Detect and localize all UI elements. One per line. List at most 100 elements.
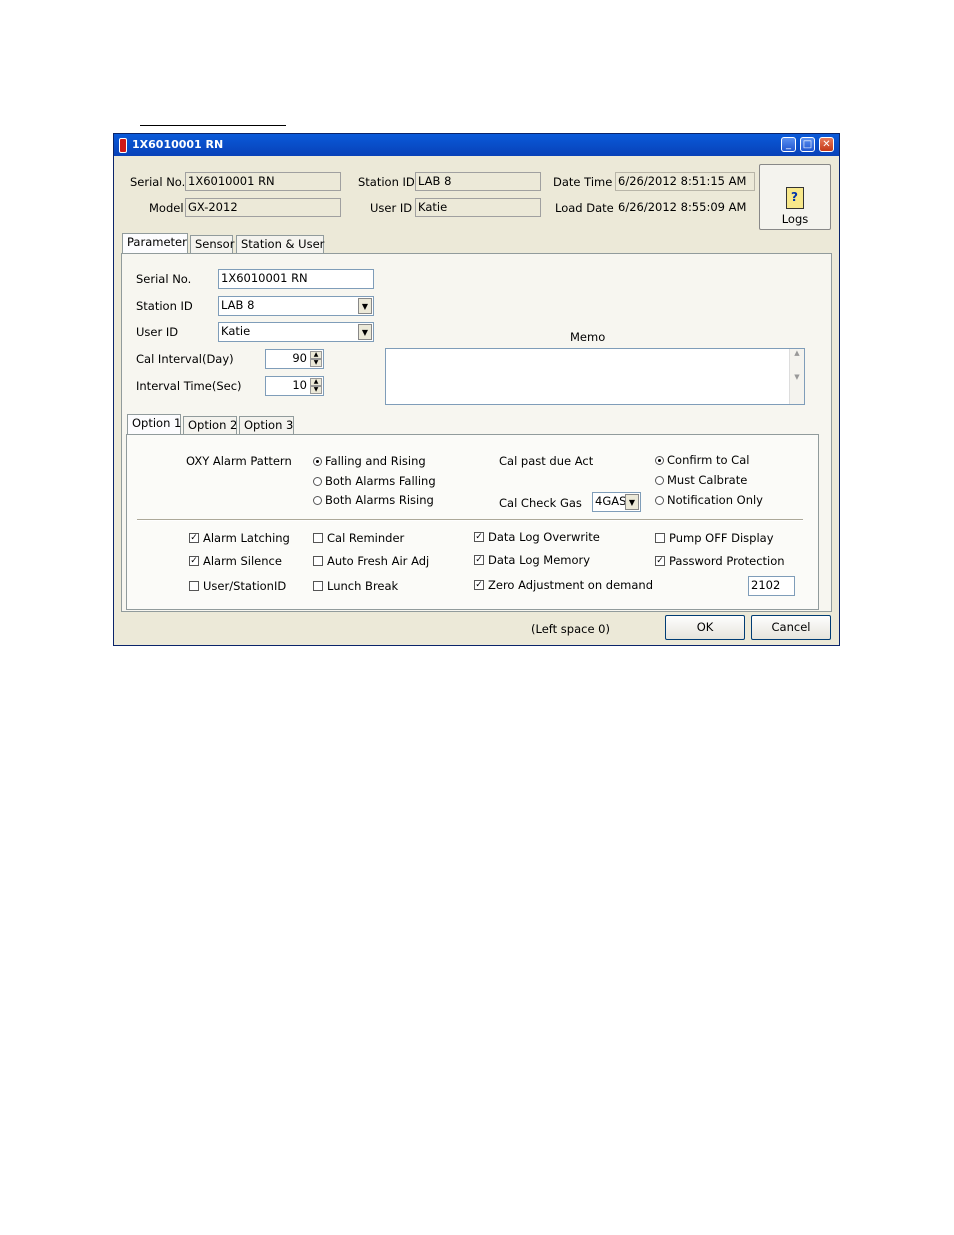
data-log-memory-checkbox[interactable]: ✓ (474, 555, 484, 565)
separator (137, 519, 803, 521)
dialog-window: 1X6010001 RN _ □ ✕ Serial No. 1X6010001 … (113, 133, 840, 646)
spin-buttons[interactable]: ▲ ▼ (310, 378, 322, 394)
alarm-silence-checkbox[interactable]: ✓ (189, 556, 199, 566)
lunch-break-label: Lunch Break (327, 579, 399, 593)
user-label: User ID (370, 201, 413, 215)
minimize-icon[interactable]: _ (781, 137, 796, 152)
logs-label: Logs (781, 212, 809, 226)
ok-button[interactable]: OK (665, 615, 745, 640)
oxy-radio-1[interactable] (313, 477, 322, 486)
cal-reminder-label: Cal Reminder (327, 531, 405, 545)
pump-off-label: Pump OFF Display (669, 531, 774, 545)
pump-off-checkbox[interactable] (655, 533, 665, 543)
zero-adjust-label: Zero Adjustment on demand (488, 578, 653, 592)
left-space-status: (Left space 0) (531, 622, 610, 636)
cal-check-label: Cal Check Gas (499, 496, 582, 510)
memo-scrollbar[interactable]: ▲ ▼ (789, 349, 804, 404)
user-station-checkbox[interactable] (189, 581, 199, 591)
datetime-label: Date Time (553, 175, 613, 189)
user-station-label: User/StationID (203, 579, 287, 593)
cal-past-option-2: Notification Only (667, 493, 763, 507)
loaddate-readonly: 6/26/2012 8:55:09 AM (615, 198, 755, 217)
serial-input[interactable]: 1X6010001 RN (218, 269, 374, 289)
auto-fresh-label: Auto Fresh Air Adj (327, 554, 430, 568)
password-label: Password Protection (669, 554, 785, 568)
cal-past-radio-2[interactable] (655, 496, 664, 505)
spin-up-icon[interactable]: ▲ (310, 378, 322, 386)
station-select-value: LAB 8 (221, 298, 255, 312)
cal-past-radio-0[interactable] (655, 456, 664, 465)
cal-past-option-1: Must Calbrate (667, 473, 748, 487)
memo-textarea[interactable]: ▲ ▼ (385, 348, 805, 405)
cal-past-label: Cal past due Act (499, 454, 594, 468)
memo-label: Memo (570, 330, 606, 344)
cal-interval-stepper[interactable]: 90 ▲ ▼ (265, 349, 324, 369)
cal-check-value: 4GAS (595, 494, 627, 508)
chevron-down-icon[interactable]: ▼ (358, 324, 372, 340)
zero-adjust-checkbox[interactable]: ✓ (474, 580, 484, 590)
user-select-value: Katie (221, 324, 251, 338)
oxy-option-0: Falling and Rising (325, 454, 426, 468)
cal-reminder-checkbox[interactable] (313, 533, 323, 543)
cal-interval-value: 90 (292, 351, 307, 365)
cal-past-radio-1[interactable] (655, 476, 664, 485)
logs-button[interactable]: ? Logs (759, 164, 831, 230)
oxy-radio-2[interactable] (313, 496, 322, 505)
maximize-icon[interactable]: □ (800, 137, 815, 152)
model-readonly: GX-2012 (185, 198, 341, 217)
chevron-down-icon[interactable]: ▼ (625, 494, 639, 510)
param-serial-label: Serial No. (136, 272, 192, 286)
tab-station-user[interactable]: Station & User (236, 235, 324, 253)
spin-down-icon[interactable]: ▼ (310, 386, 322, 394)
underline-mark (140, 125, 286, 126)
title-bar[interactable]: 1X6010001 RN _ □ ✕ (114, 134, 839, 156)
serial-label: Serial No. (130, 175, 186, 189)
spin-down-icon[interactable]: ▼ (310, 359, 322, 367)
station-label: Station ID (358, 175, 415, 189)
data-log-memory-label: Data Log Memory (488, 553, 591, 567)
tab-parameter[interactable]: Parameter (122, 233, 188, 253)
password-checkbox[interactable]: ✓ (655, 556, 665, 566)
tab-sensor[interactable]: Sensor (190, 235, 234, 253)
oxy-label: OXY Alarm Pattern (186, 454, 292, 468)
serial-readonly: 1X6010001 RN (185, 172, 341, 191)
oxy-option-1: Both Alarms Falling (325, 474, 436, 488)
param-user-label: User ID (136, 325, 179, 339)
station-select[interactable]: LAB 8 ▼ (218, 296, 374, 316)
window-title: 1X6010001 RN (132, 138, 224, 151)
lunch-break-checkbox[interactable] (313, 581, 323, 591)
cancel-button[interactable]: Cancel (751, 615, 831, 640)
datetime-readonly: 6/26/2012 8:51:15 AM (615, 172, 755, 191)
tab-option-3[interactable]: Option 3 (239, 416, 294, 434)
auto-fresh-checkbox[interactable] (313, 556, 323, 566)
cal-interval-label: Cal Interval(Day) (136, 352, 234, 366)
interval-time-value: 10 (292, 378, 307, 392)
alarm-latching-checkbox[interactable]: ✓ (189, 533, 199, 543)
cal-past-option-0: Confirm to Cal (667, 453, 750, 467)
cal-check-select[interactable]: 4GAS ▼ (592, 492, 641, 512)
param-station-label: Station ID (136, 299, 193, 313)
app-icon (119, 138, 127, 153)
data-log-overwrite-checkbox[interactable]: ✓ (474, 532, 484, 542)
password-input[interactable]: 2102 (748, 576, 795, 596)
spin-up-icon[interactable]: ▲ (310, 351, 322, 359)
alarm-latching-label: Alarm Latching (203, 531, 290, 545)
user-readonly: Katie (415, 198, 541, 217)
station-readonly: LAB 8 (415, 172, 541, 191)
logs-book-icon: ? (786, 187, 804, 209)
user-select[interactable]: Katie ▼ (218, 322, 374, 342)
spin-buttons[interactable]: ▲ ▼ (310, 351, 322, 367)
tab-option-2[interactable]: Option 2 (183, 416, 237, 434)
parameter-panel: Serial No. 1X6010001 RN Station ID LAB 8… (121, 253, 832, 612)
interval-time-label: Interval Time(Sec) (136, 379, 242, 393)
chevron-down-icon[interactable]: ▼ (358, 298, 372, 314)
interval-time-stepper[interactable]: 10 ▲ ▼ (265, 376, 324, 396)
alarm-silence-label: Alarm Silence (203, 554, 282, 568)
close-icon[interactable]: ✕ (819, 137, 834, 152)
oxy-radio-0[interactable] (313, 457, 322, 466)
option1-panel: OXY Alarm Pattern Falling and Rising Bot… (126, 434, 819, 610)
tab-option-1[interactable]: Option 1 (127, 414, 181, 434)
loaddate-label: Load Date (555, 201, 614, 215)
data-log-overwrite-label: Data Log Overwrite (488, 530, 600, 544)
model-label: Model (149, 201, 184, 215)
